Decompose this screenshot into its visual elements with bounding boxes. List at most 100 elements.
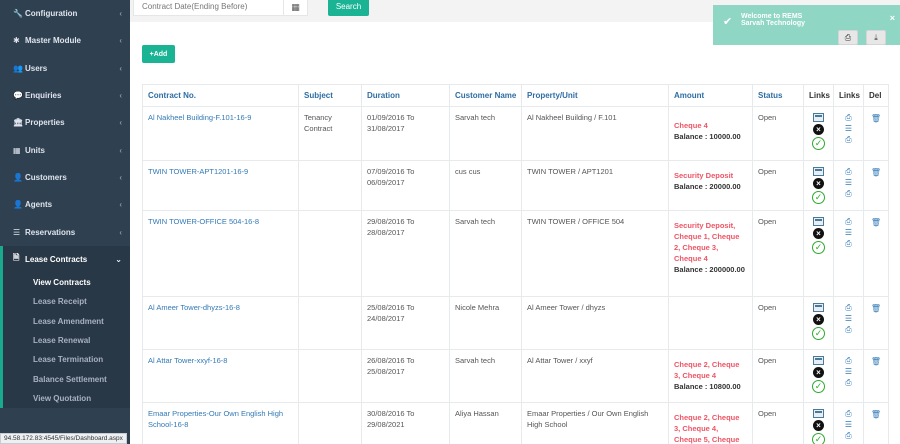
approve-icon[interactable]: ✓ <box>812 433 825 444</box>
print-button[interactable]: ⎙ <box>838 30 858 45</box>
subject-cell <box>298 296 362 350</box>
print-icon[interactable]: ⎙ <box>845 303 851 312</box>
sidebar-item-enquiries[interactable]: 💬 Enquiries ‹ <box>0 82 130 109</box>
view-icon[interactable] <box>813 113 824 122</box>
sidebar-item-users[interactable]: 👥 Users ‹ <box>0 55 130 82</box>
approve-icon[interactable]: ✓ <box>812 137 825 150</box>
print-icon[interactable]: ⎙ <box>845 113 851 122</box>
approve-icon[interactable]: ✓ <box>812 191 825 204</box>
contract-link[interactable]: Al Ameer Tower-dhyzs-16-8 <box>148 303 240 312</box>
print-icon[interactable]: ⎙ <box>845 189 851 198</box>
sidebar-item-reservations[interactable]: ☰ Reservations ‹ <box>0 218 130 245</box>
status-cell: Open <box>752 296 804 350</box>
col-amount[interactable]: Amount <box>668 84 753 107</box>
col-duration[interactable]: Duration <box>361 84 450 107</box>
list-icon[interactable]: ☰ <box>845 228 852 237</box>
cancel-icon[interactable]: × <box>813 124 824 135</box>
contract-link[interactable]: Emaar Properties-Our Own English High Sc… <box>148 409 283 429</box>
contract-link[interactable]: TWIN TOWER-APT1201-16-9 <box>148 167 248 176</box>
trash-icon[interactable]: 🗑 <box>871 357 881 366</box>
print-icon[interactable]: ⎙ <box>845 356 851 365</box>
col-property-unit[interactable]: Property/Unit <box>521 84 669 107</box>
cancel-icon[interactable]: × <box>813 367 824 378</box>
sidebar-item-units[interactable]: ▦ Units ‹ <box>0 136 130 163</box>
submenu-item-lease-receipt[interactable]: Lease Receipt <box>3 292 130 311</box>
status-cell: Open <box>752 402 804 444</box>
print-icon[interactable]: ⎙ <box>845 135 851 144</box>
calendar-icon[interactable]: ▦ <box>283 0 307 15</box>
list-icon[interactable]: ☰ <box>845 367 852 376</box>
list-icon[interactable]: ☰ <box>845 124 852 133</box>
wrench-icon: 🔧 <box>13 9 23 19</box>
approve-icon[interactable]: ✓ <box>812 241 825 254</box>
trash-icon[interactable]: 🗑 <box>871 218 881 227</box>
cancel-icon[interactable]: × <box>813 314 824 325</box>
approve-icon[interactable]: ✓ <box>812 327 825 340</box>
agent-icon: 👤 <box>13 200 23 210</box>
sidebar-item-agents[interactable]: 👤 Agents ‹ <box>0 191 130 218</box>
list-icon[interactable]: ☰ <box>845 420 852 429</box>
submenu-item-balance-settlement[interactable]: Balance Settlement <box>3 370 130 389</box>
print-icon[interactable]: ⎙ <box>845 325 851 334</box>
property-cell: Al Nakheel Building / F.101 <box>521 106 669 161</box>
duration-cell: 30/08/2016 To 29/08/2021 <box>361 402 450 444</box>
submenu-item-lease-amendment[interactable]: Lease Amendment <box>3 311 130 330</box>
bank-icon: 🏛 <box>13 118 24 128</box>
close-icon[interactable]: × <box>890 13 895 23</box>
submenu-item-view-contracts[interactable]: View Contracts <box>3 273 130 292</box>
amount-due: Cheque 2, Cheque 3, Cheque 4 <box>674 360 740 380</box>
cancel-icon[interactable]: × <box>813 420 824 431</box>
download-button[interactable]: ⤓ <box>866 30 886 45</box>
print-icon[interactable]: ⎙ <box>845 239 851 248</box>
lease-contracts-submenu: View Contracts Lease Receipt Lease Amendme… <box>0 272 130 409</box>
print-icon[interactable]: ⎙ <box>845 217 851 226</box>
subject-cell <box>298 210 362 297</box>
submenu-item-lease-renewal[interactable]: Lease Renewal <box>3 331 130 350</box>
view-icon[interactable] <box>813 217 824 226</box>
document-icon: 🗎 <box>13 253 20 263</box>
approve-icon[interactable]: ✓ <box>812 380 825 393</box>
col-status[interactable]: Status <box>752 84 804 107</box>
chevron-left-icon: ‹ <box>119 118 122 128</box>
chat-icon: 💬 <box>13 91 23 101</box>
cancel-icon[interactable]: × <box>813 228 824 239</box>
print-icon[interactable]: ⎙ <box>845 167 851 176</box>
trash-icon[interactable]: 🗑 <box>871 168 881 177</box>
view-icon[interactable] <box>813 167 824 176</box>
submenu-item-view-quotation[interactable]: View Quotation <box>3 389 130 408</box>
col-contract-no[interactable]: Contract No. <box>142 84 299 107</box>
balance-amount: Balance : 10000.00 <box>674 131 741 141</box>
view-icon[interactable] <box>813 409 824 418</box>
contract-link[interactable]: Al Nakheel Building-F.101-16-9 <box>148 113 251 122</box>
print-icon[interactable]: ⎙ <box>845 378 851 387</box>
col-subject[interactable]: Subject <box>298 84 362 107</box>
trash-icon[interactable]: 🗑 <box>871 304 881 313</box>
toast-title: Welcome to REMS <box>741 13 803 20</box>
sidebar-item-label: Properties <box>25 118 65 128</box>
contract-link[interactable]: Al Attar Tower-xxyf-16-8 <box>148 356 227 365</box>
contract-date-field[interactable]: ▦ <box>133 0 308 16</box>
list-icon[interactable]: ☰ <box>845 314 852 323</box>
sidebar-item-properties[interactable]: 🏛 Properties ‹ <box>0 109 130 136</box>
print-icon[interactable]: ⎙ <box>845 409 851 418</box>
add-button[interactable]: +Add <box>142 45 175 63</box>
trash-icon[interactable]: 🗑 <box>871 410 881 419</box>
col-customer-name[interactable]: Customer Name <box>449 84 522 107</box>
sidebar-item-lease-contracts[interactable]: 🗎 Lease Contracts ⌄ <box>0 245 130 273</box>
search-button[interactable]: Search <box>328 0 369 16</box>
submenu-item-lease-termination[interactable]: Lease Termination <box>3 350 130 369</box>
contract-link[interactable]: TWIN TOWER-OFFICE 504-16-8 <box>148 217 259 226</box>
customer-cell: Sarvah tech <box>449 106 522 161</box>
cancel-icon[interactable]: × <box>813 178 824 189</box>
view-icon[interactable] <box>813 356 824 365</box>
contract-date-input[interactable] <box>134 1 283 11</box>
view-icon[interactable] <box>813 303 824 312</box>
list-icon[interactable]: ☰ <box>845 178 852 187</box>
sidebar-item-configuration[interactable]: 🔧 Configuration ‹ <box>0 0 130 27</box>
duration-cell: 07/09/2016 To 06/09/2017 <box>361 160 450 211</box>
print-icon[interactable]: ⎙ <box>845 431 851 440</box>
sidebar-item-label: Users <box>25 63 48 73</box>
trash-icon[interactable]: 🗑 <box>871 114 881 123</box>
sidebar-item-customers[interactable]: 👤 Customers ‹ <box>0 164 130 191</box>
sidebar-item-master-module[interactable]: ✱ Master Module ‹ <box>0 27 130 54</box>
